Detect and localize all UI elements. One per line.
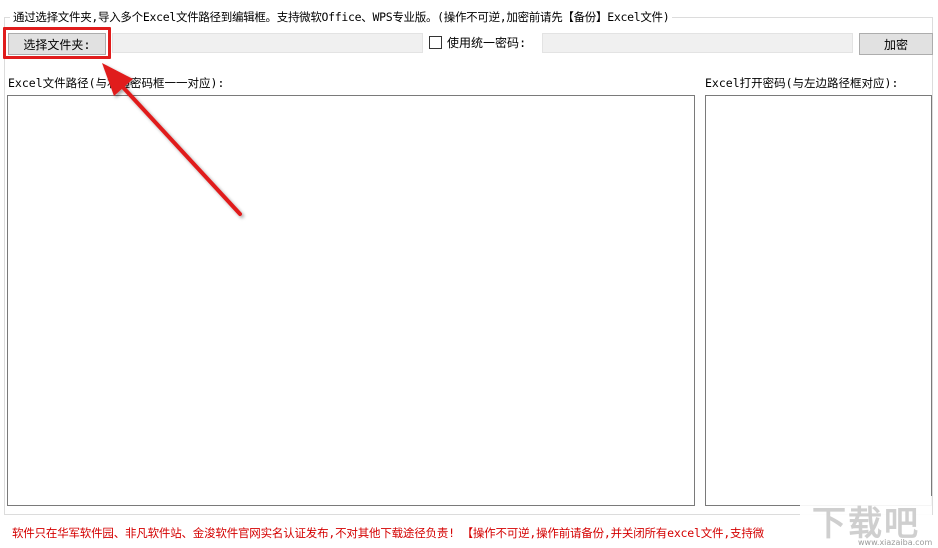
folder-path-input[interactable] xyxy=(112,33,423,53)
excel-path-label: Excel文件路径(与右边密码框一一对应): xyxy=(8,76,225,90)
watermark-url: www.xiazaiba.com xyxy=(858,538,933,547)
excel-password-label: Excel打开密码(与左边路径框对应): xyxy=(705,76,899,90)
unified-password-checkbox[interactable] xyxy=(429,36,442,49)
excel-path-textarea[interactable] xyxy=(7,95,695,506)
encrypt-button[interactable]: 加密 xyxy=(859,33,933,55)
group-box-title: 通过选择文件夹,导入多个Excel文件路径到编辑框。支持微软Office、WPS… xyxy=(10,9,673,25)
annotation-highlight-box xyxy=(3,27,111,59)
unified-password-label: 使用统一密码: xyxy=(447,36,527,50)
unified-password-input[interactable] xyxy=(542,33,853,53)
excel-password-textarea[interactable] xyxy=(705,95,932,506)
footer-notice: 软件只在华军软件园、非凡软件站、金浚软件官网实名认证发布,不对其他下载途径负责!… xyxy=(12,526,764,540)
watermark: 下载吧 www.xiazaiba.com xyxy=(800,496,932,548)
